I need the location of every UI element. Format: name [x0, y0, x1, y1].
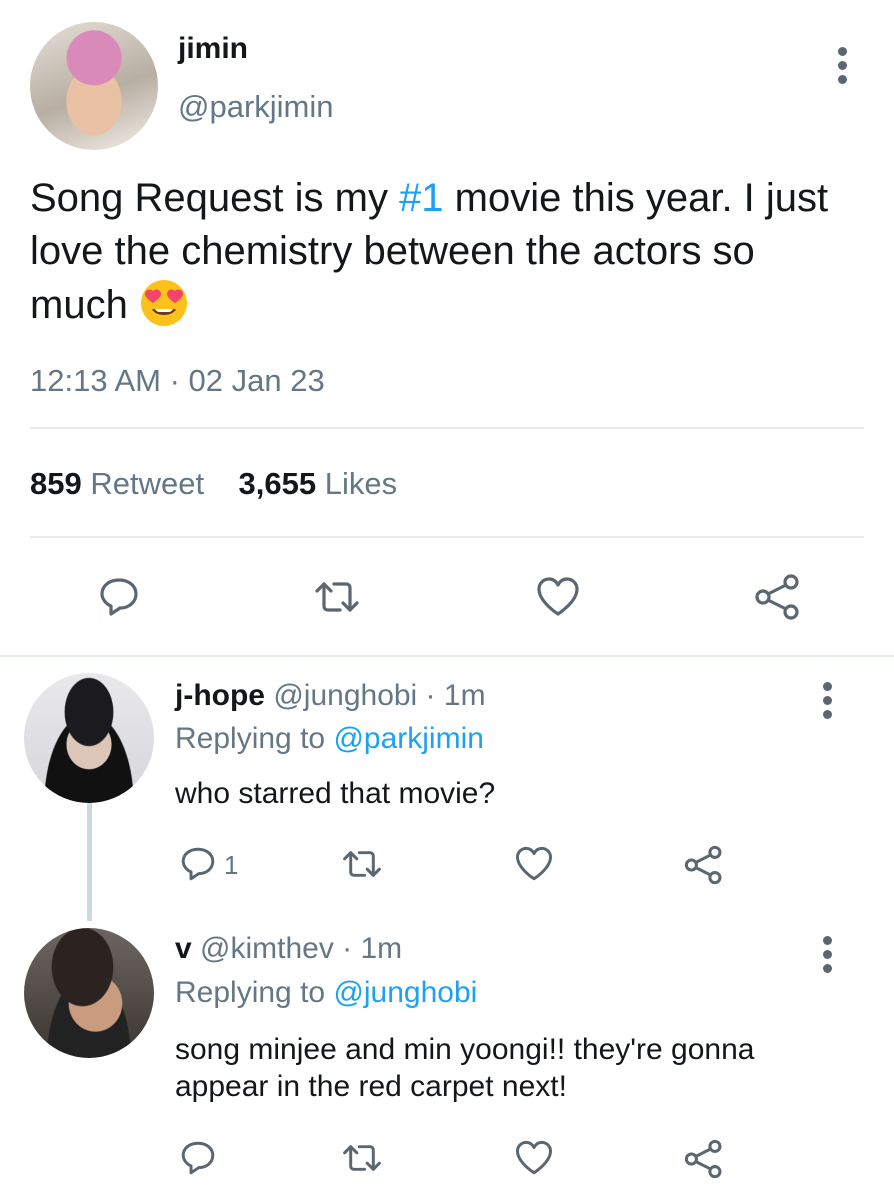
- reply-button[interactable]: [94, 572, 144, 622]
- more-options-icon[interactable]: [821, 682, 833, 724]
- likes-label[interactable]: Likes: [325, 466, 397, 501]
- share-button[interactable]: [753, 572, 803, 622]
- share-icon: [684, 1139, 722, 1179]
- reply-avatar[interactable]: [24, 673, 154, 803]
- reply-header: j-hope @junghobi · 1m: [175, 679, 486, 713]
- section-divider: [0, 655, 894, 657]
- retweet-count[interactable]: 859: [30, 466, 82, 501]
- divider: [30, 536, 864, 538]
- replying-to: Replying to @parkjimin: [175, 722, 484, 756]
- heart-eyes-emoji-icon: [139, 278, 189, 328]
- author-handle[interactable]: @parkjimin: [178, 89, 334, 125]
- reply-author-name[interactable]: v: [175, 932, 192, 965]
- retweet-icon: [343, 851, 381, 877]
- reply-author-name[interactable]: j-hope: [175, 679, 265, 712]
- share-icon: [755, 574, 799, 620]
- reply-button[interactable]: [176, 842, 220, 886]
- replying-to-label: Replying to: [175, 976, 334, 1009]
- reply-avatar[interactable]: [24, 928, 154, 1058]
- thread-connector: [87, 803, 92, 921]
- divider: [30, 427, 864, 429]
- mention-link[interactable]: @junghobi: [333, 976, 477, 1009]
- reply-header: v @kimthev · 1m: [175, 932, 402, 966]
- more-options-icon[interactable]: [821, 936, 833, 978]
- mention-link[interactable]: @parkjimin: [333, 722, 483, 755]
- reply-count: 1: [224, 850, 239, 880]
- author-avatar[interactable]: [30, 22, 158, 150]
- tweet-text: Song Request is my #1 movie this year. I…: [30, 172, 860, 332]
- like-button[interactable]: [533, 572, 583, 622]
- replying-to-label: Replying to: [175, 722, 334, 755]
- likes-count[interactable]: 3,655: [239, 466, 317, 501]
- like-icon: [516, 846, 553, 881]
- retweet-icon: [343, 1145, 381, 1171]
- replying-to: Replying to @junghobi: [175, 976, 477, 1010]
- retweet-button[interactable]: [340, 842, 384, 886]
- tweet-text-start: Song Request is my: [30, 176, 400, 220]
- reply-icon: [100, 578, 138, 616]
- reply-text: who starred that movie?: [175, 777, 496, 810]
- retweet-label[interactable]: Retweet: [90, 466, 204, 501]
- retweet-button[interactable]: [340, 1136, 384, 1180]
- hashtag-link[interactable]: #1: [399, 176, 444, 220]
- more-options-icon[interactable]: [836, 47, 848, 89]
- like-button[interactable]: [512, 1136, 556, 1180]
- tweet-stats: 859 Retweet 3,655 Likes: [30, 466, 397, 502]
- reply-icon: [181, 847, 215, 881]
- reply-button[interactable]: [176, 1136, 220, 1180]
- reply-icon: [181, 1141, 215, 1175]
- retweet-icon: [315, 582, 359, 612]
- share-button[interactable]: [682, 1137, 726, 1181]
- share-icon: [684, 845, 722, 885]
- tweet-timestamp[interactable]: 12:13 AM · 02 Jan 23: [30, 363, 325, 399]
- like-icon: [537, 577, 579, 616]
- retweet-button[interactable]: [312, 572, 362, 622]
- like-icon: [516, 1140, 553, 1175]
- reply-handle-time[interactable]: @junghobi · 1m: [265, 679, 485, 712]
- reply-text: song minjee and min yoongi!! they're gon…: [175, 1033, 755, 1103]
- author-display-name[interactable]: jimin: [178, 32, 248, 66]
- reply-handle-time[interactable]: @kimthev · 1m: [192, 932, 402, 965]
- like-button[interactable]: [512, 842, 556, 886]
- share-button[interactable]: [682, 843, 726, 887]
